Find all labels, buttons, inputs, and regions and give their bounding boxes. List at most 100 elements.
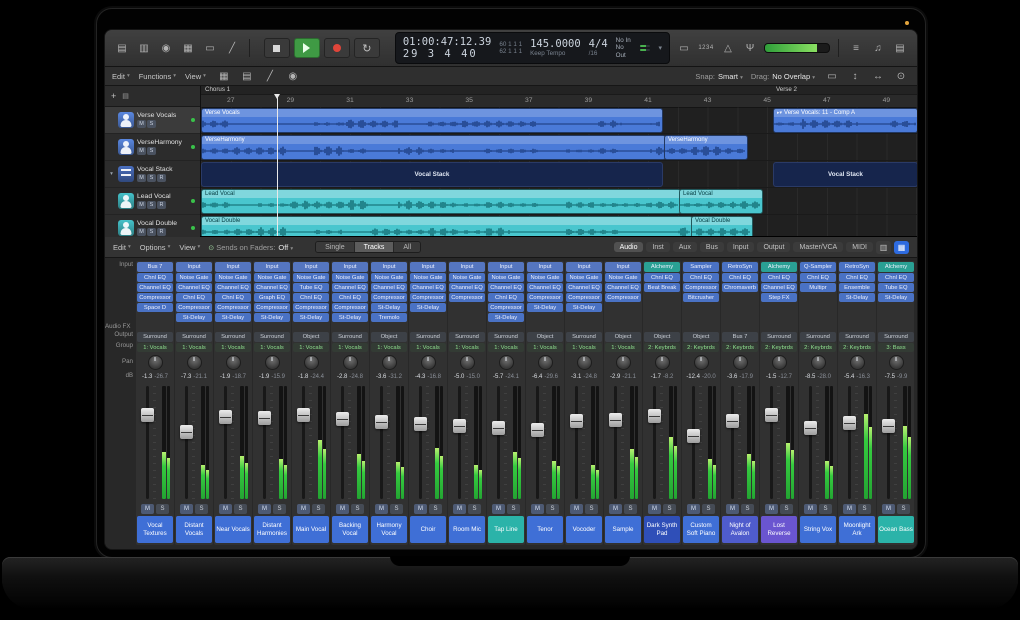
- lcd-mode-chevron-icon[interactable]: ▾: [658, 44, 662, 52]
- audio-region[interactable]: ▸▾Verse Vocals: 11 - Comp A: [773, 108, 917, 133]
- fx-slot[interactable]: Chnl EQ: [800, 273, 836, 282]
- fx-slot[interactable]: Channel EQ: [761, 283, 797, 292]
- volume-fader[interactable]: [531, 423, 544, 437]
- pan-knob[interactable]: [421, 355, 436, 370]
- volume-fader[interactable]: [336, 412, 349, 426]
- filter-output[interactable]: Output: [757, 242, 790, 252]
- fx-slot[interactable]: Channel EQ: [332, 283, 368, 292]
- menu-options[interactable]: Options▾: [140, 243, 171, 252]
- solo-button[interactable]: S: [819, 504, 832, 514]
- output-slot[interactable]: Surround: [449, 332, 485, 342]
- mute-button[interactable]: M: [804, 504, 817, 514]
- tempo-mode[interactable]: Keep Tempo: [530, 50, 581, 57]
- filter-midi[interactable]: MIDI: [846, 242, 873, 252]
- fx-slot[interactable]: St-Delay: [176, 313, 212, 322]
- pan-knob[interactable]: [616, 355, 631, 370]
- timeline[interactable]: Chorus 1Verse 2 272931333537394143454749…: [201, 86, 917, 236]
- metronome-icon[interactable]: △: [719, 40, 737, 56]
- fx-slot[interactable]: Tube EQ: [878, 283, 914, 292]
- mute-button[interactable]: M: [258, 504, 271, 514]
- smpte-time[interactable]: 01:00:47:12.39: [403, 36, 492, 48]
- fx-slot[interactable]: Channel EQ: [527, 283, 563, 292]
- pan-knob[interactable]: [226, 355, 241, 370]
- fx-slot[interactable]: Compressor: [449, 293, 485, 302]
- wide-strips-view-icon[interactable]: ▦: [894, 241, 909, 254]
- audio-region[interactable]: Vocal Double: [691, 216, 753, 236]
- solo-button[interactable]: S: [273, 504, 286, 514]
- output-slot[interactable]: Object: [371, 332, 407, 342]
- audio-region[interactable]: Vocal Double: [201, 216, 693, 236]
- pan-knob[interactable]: [655, 355, 670, 370]
- input-slot[interactable]: Input: [605, 262, 641, 272]
- sends-on-faders-menu[interactable]: ⊙ Sends on Faders:Off ▾: [208, 243, 293, 252]
- tempo-value[interactable]: 145.0000: [530, 38, 581, 50]
- group-slot[interactable]: 2: Keybrds: [683, 343, 719, 352]
- waveform-zoom-icon[interactable]: ▭: [823, 68, 841, 84]
- fx-slot[interactable]: Chnl EQ: [137, 273, 173, 282]
- filter-aux[interactable]: Aux: [673, 242, 697, 252]
- pan-knob[interactable]: [499, 355, 514, 370]
- grid-view-icon[interactable]: ▦: [215, 68, 233, 84]
- arrangement-marker[interactable]: Verse 2: [776, 86, 797, 93]
- group-slot[interactable]: 1: Vocals: [332, 343, 368, 352]
- fx-slot[interactable]: Channel EQ: [176, 283, 212, 292]
- fx-slot[interactable]: Chnl EQ: [761, 273, 797, 282]
- fx-slot[interactable]: Chnl EQ: [215, 293, 251, 302]
- mute-button[interactable]: M: [414, 504, 427, 514]
- pan-knob[interactable]: [382, 355, 397, 370]
- menu-view[interactable]: View▾: [185, 72, 206, 81]
- fx-slot[interactable]: Compressor: [332, 303, 368, 312]
- volume-db[interactable]: -3.6: [727, 374, 737, 380]
- audio-region[interactable]: Verse Vocals: [201, 108, 663, 133]
- output-slot[interactable]: Surround: [566, 332, 602, 342]
- solo-button[interactable]: S: [390, 504, 403, 514]
- fx-slot[interactable]: St-Delay: [410, 303, 446, 312]
- volume-fader[interactable]: [414, 417, 427, 431]
- mute-button[interactable]: M: [492, 504, 505, 514]
- mute-button[interactable]: M: [843, 504, 856, 514]
- menu-view[interactable]: View▾: [179, 243, 200, 252]
- output-slot[interactable]: Surround: [488, 332, 524, 342]
- pan-knob[interactable]: [733, 355, 748, 370]
- tuner-icon[interactable]: Ψ: [741, 40, 759, 56]
- count-in-icon[interactable]: 1234: [697, 40, 715, 56]
- fx-slot[interactable]: Multipr: [800, 283, 836, 292]
- mute-button[interactable]: M: [297, 504, 310, 514]
- control-bar-config-icon[interactable]: ▤: [891, 40, 909, 56]
- mute-button[interactable]: M: [570, 504, 583, 514]
- track-m-button[interactable]: M: [137, 120, 146, 128]
- fx-slot[interactable]: Channel EQ: [449, 283, 485, 292]
- track-m-button[interactable]: M: [137, 174, 146, 182]
- fx-slot[interactable]: St-Delay: [527, 303, 563, 312]
- track-header[interactable]: ▾Vocal StackMSR: [105, 161, 200, 188]
- stack-region[interactable]: Vocal Stack: [201, 162, 663, 187]
- volume-db[interactable]: -3.1: [571, 374, 581, 380]
- media-browser-icon[interactable]: ▤: [113, 40, 131, 56]
- mute-button[interactable]: M: [375, 504, 388, 514]
- track-s-button[interactable]: S: [147, 120, 156, 128]
- solo-button[interactable]: S: [507, 504, 520, 514]
- volume-fader[interactable]: [687, 429, 700, 443]
- fx-slot[interactable]: Chnl EQ: [683, 273, 719, 282]
- input-slot[interactable]: Bus 7: [137, 262, 173, 272]
- group-slot[interactable]: 2: Keybrds: [644, 343, 680, 352]
- input-slot[interactable]: Input: [332, 262, 368, 272]
- channel-name[interactable]: Near Vocals: [215, 516, 251, 543]
- catch-playhead-icon[interactable]: ◉: [284, 68, 302, 84]
- playhead[interactable]: [277, 94, 278, 236]
- score-list-icon[interactable]: ♫: [869, 40, 887, 56]
- input-slot[interactable]: RetroSyn: [722, 262, 758, 272]
- output-slot[interactable]: Bus 7: [722, 332, 758, 342]
- time-signature[interactable]: 4/4: [589, 38, 608, 50]
- fx-slot[interactable]: Channel EQ: [137, 283, 173, 292]
- snap-menu[interactable]: Snap:Smart ▾: [695, 72, 742, 81]
- fx-slot[interactable]: St-Delay: [371, 303, 407, 312]
- track-m-button[interactable]: M: [137, 147, 146, 155]
- volume-fader[interactable]: [141, 408, 154, 422]
- fx-slot[interactable]: Channel EQ: [254, 283, 290, 292]
- track-s-button[interactable]: S: [147, 228, 156, 236]
- channel-name[interactable]: Tenor: [527, 516, 563, 543]
- output-slot[interactable]: Surround: [761, 332, 797, 342]
- menu-edit[interactable]: Edit▾: [113, 243, 131, 252]
- fx-slot[interactable]: Chnl EQ: [176, 293, 212, 302]
